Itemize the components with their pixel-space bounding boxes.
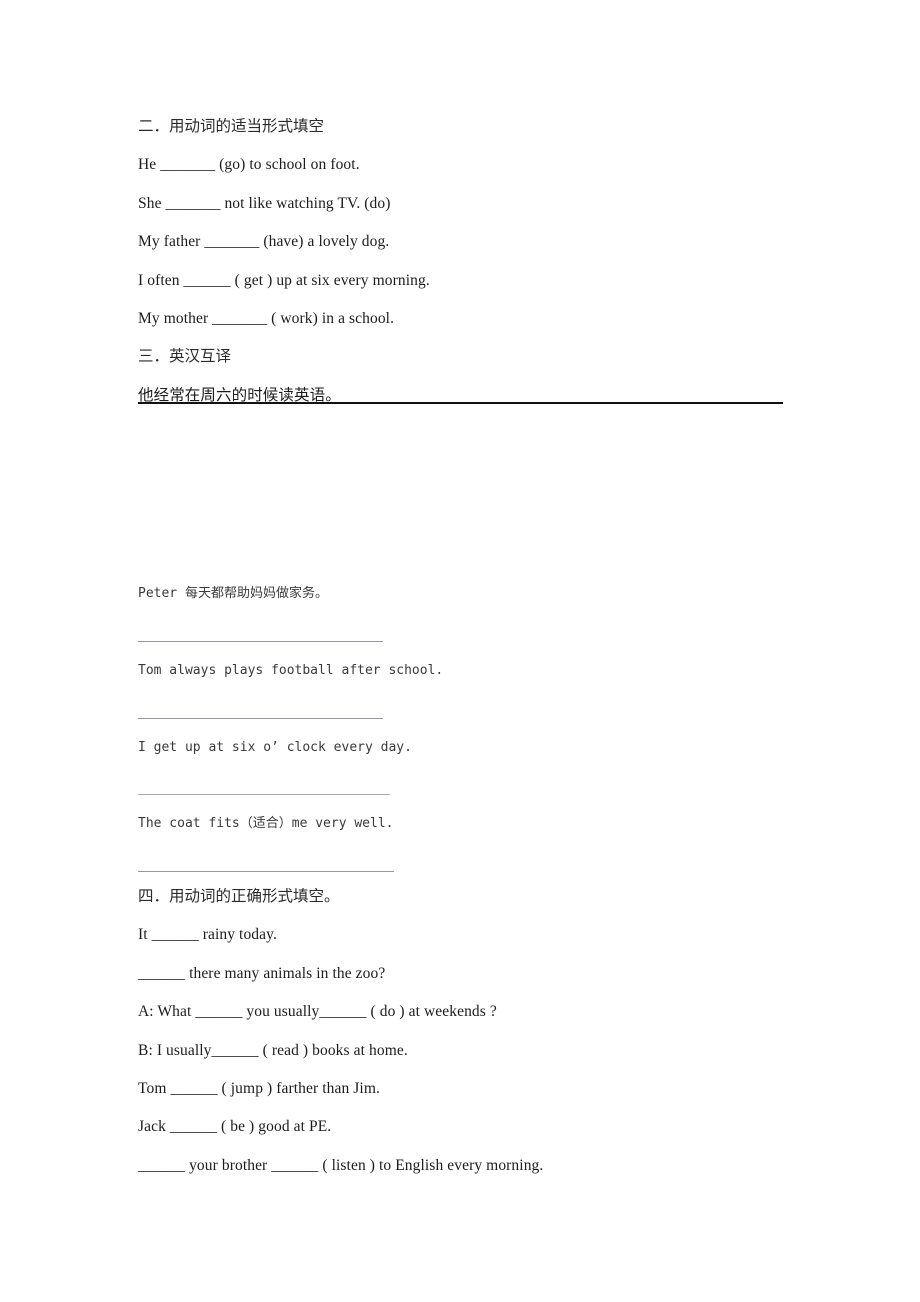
question-line: ______ your brother ______ ( listen ) to… bbox=[138, 1156, 544, 1174]
question-line: My mother _______ ( work) in a school. bbox=[138, 309, 395, 327]
answer-blank-rule-line bbox=[138, 717, 383, 719]
answer-blank-rule[interactable] bbox=[138, 767, 838, 805]
answer-blank-rule[interactable] bbox=[138, 613, 838, 651]
translate-sentence: The coat fits（适合）me very well. bbox=[138, 816, 394, 832]
question-line: B: I usually______ ( read ) books at hom… bbox=[138, 1041, 408, 1059]
answer-blank-rule-line bbox=[138, 640, 383, 642]
question-line: My father _______ (have) a lovely dog. bbox=[138, 233, 390, 251]
question-line: ______ there many animals in the zoo? bbox=[138, 964, 386, 982]
question-line: He _______ (go) to school on foot. bbox=[138, 156, 360, 174]
question-line: Tom ______ ( jump ) farther than Jim. bbox=[138, 1079, 380, 1097]
question-line: It ______ rainy today. bbox=[138, 926, 277, 944]
question-line: I often ______ ( get ) up at six every m… bbox=[138, 271, 430, 289]
worksheet-page: 二．用动词的适当形式填空 He _______ (go) to school o… bbox=[0, 0, 920, 1302]
answer-blank-rule-line bbox=[138, 871, 394, 873]
answer-blank-rule-line bbox=[138, 794, 390, 796]
section-divider-rule bbox=[138, 402, 783, 404]
translate-sentence: I get up at six o’ clock every day. bbox=[138, 739, 412, 755]
question-line: She _______ not like watching TV. (do) bbox=[138, 194, 391, 212]
answer-blank-rule[interactable] bbox=[138, 690, 838, 728]
translation-items: Peter 每天都帮助妈妈做家务。 Tom always plays footb… bbox=[138, 575, 838, 882]
translate-sentence: Tom always plays football after school. bbox=[138, 662, 444, 678]
section-two: 二．用动词的适当形式填空 He _______ (go) to school o… bbox=[138, 108, 838, 415]
section-four-heading: 四．用动词的正确形式填空。 bbox=[138, 888, 340, 905]
translate-sentence: Peter 每天都帮助妈妈做家务。 bbox=[138, 586, 328, 601]
section-two-heading: 二．用动词的适当形式填空 bbox=[138, 118, 325, 135]
translate-sentence-cn: 他经常在周六的时候读英语。 bbox=[138, 386, 341, 404]
section-three-heading: 三．英汉互译 bbox=[138, 348, 232, 366]
answer-blank-rule[interactable] bbox=[138, 844, 838, 882]
section-four: 四．用动词的正确形式填空。 It ______ rainy today. ___… bbox=[138, 878, 858, 1185]
question-line: Jack ______ ( be ) good at PE. bbox=[138, 1118, 332, 1136]
question-line: A: What ______ you usually______ ( do ) … bbox=[138, 1003, 497, 1021]
